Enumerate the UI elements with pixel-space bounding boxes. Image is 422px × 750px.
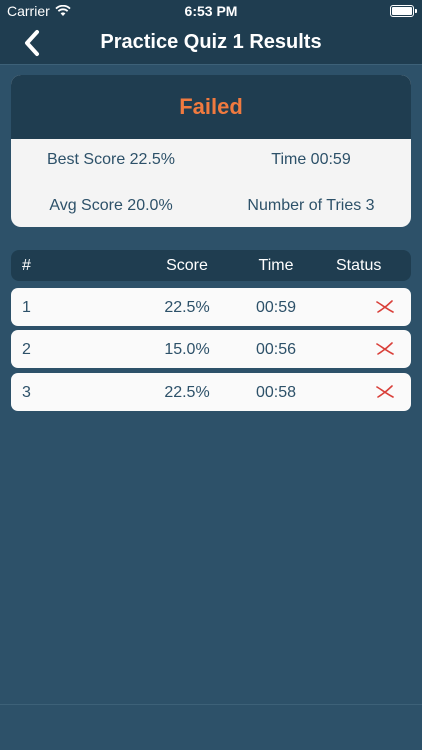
- number-of-tries: Number of Tries 3: [247, 197, 375, 214]
- x-mark-icon: [376, 342, 394, 355]
- table-row[interactable]: 3 22.5% 00:58: [11, 373, 411, 411]
- header-time: Time: [258, 257, 294, 274]
- x-mark-icon: [376, 300, 394, 313]
- page-title: Practice Quiz 1 Results: [100, 31, 322, 53]
- row-time: 00:59: [255, 299, 297, 316]
- best-score: Best Score 22.5%: [46, 151, 176, 168]
- header-score: Score: [166, 257, 208, 274]
- row-number: 3: [22, 384, 31, 401]
- result-status: Failed: [11, 75, 411, 139]
- header-status: Status: [336, 257, 382, 274]
- row-time: 00:58: [255, 384, 297, 401]
- row-number: 2: [22, 341, 31, 358]
- row-score: 22.5%: [164, 299, 210, 316]
- results-table-header: # Score Time Status: [11, 250, 411, 281]
- table-row[interactable]: 2 15.0% 00:56: [11, 330, 411, 368]
- avg-score: Avg Score 20.0%: [49, 197, 173, 214]
- x-mark-icon: [376, 385, 394, 398]
- battery-icon: [390, 5, 417, 17]
- row-time: 00:56: [255, 341, 297, 358]
- summary-card: Failed Best Score 22.5% Time 00:59 Avg S…: [11, 75, 411, 227]
- navigation-bar: Practice Quiz 1 Results: [0, 22, 422, 65]
- row-score: 15.0%: [164, 341, 210, 358]
- status-bar: Carrier 6:53 PM: [0, 0, 422, 22]
- clock: 6:53 PM: [184, 3, 238, 19]
- row-score: 22.5%: [164, 384, 210, 401]
- bottom-divider: [0, 704, 422, 705]
- best-time: Time 00:59: [271, 151, 351, 168]
- table-row[interactable]: 1 22.5% 00:59: [11, 288, 411, 326]
- row-number: 1: [22, 299, 31, 316]
- header-number: #: [22, 257, 31, 274]
